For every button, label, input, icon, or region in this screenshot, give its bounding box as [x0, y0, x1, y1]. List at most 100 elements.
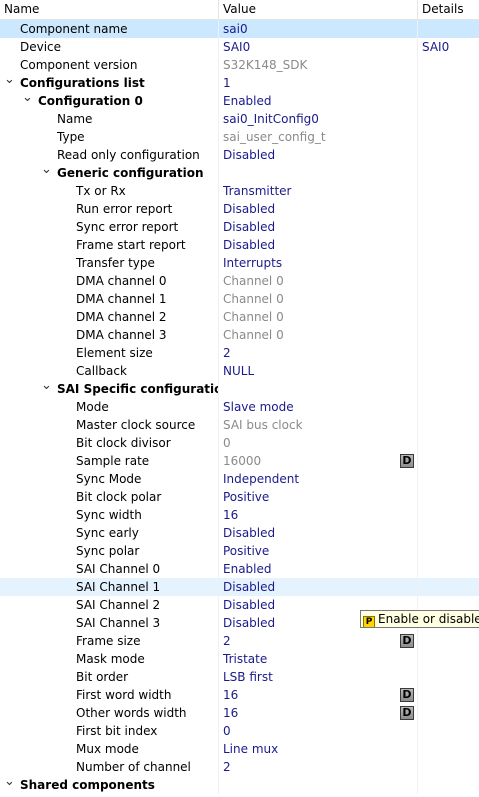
tree-row[interactable]: DMA channel 0 Channel 0	[0, 272, 479, 290]
tree-row[interactable]: Number of channel 2	[0, 758, 479, 776]
value-cell[interactable]	[219, 380, 418, 398]
tree-row[interactable]: Name sai0_InitConfig0	[0, 110, 479, 128]
value-cell[interactable]	[219, 776, 418, 794]
row-label: Frame start report	[76, 238, 186, 252]
row-label: Component version	[20, 58, 138, 72]
row-label: Bit clock divisor	[76, 436, 171, 450]
value-cell[interactable]: Disabled	[219, 200, 418, 218]
tree-row[interactable]: Sync polar Positive	[0, 542, 479, 560]
expand-chevron-icon[interactable]: ⌄	[4, 776, 15, 794]
details-cell	[418, 110, 479, 128]
tree-row[interactable]: SAI Channel 0 Enabled	[0, 560, 479, 578]
tree-row[interactable]: Frame start report Disabled	[0, 236, 479, 254]
value-cell[interactable]: Enabled	[219, 560, 418, 578]
value-cell[interactable]: NULL	[219, 362, 418, 380]
column-header-value[interactable]: Value	[219, 0, 418, 19]
tree-row[interactable]: Device SAI0 SAI0	[0, 38, 479, 56]
value-cell[interactable]: 16	[219, 686, 418, 704]
tree-row[interactable]: Callback NULL	[0, 362, 479, 380]
tree-row[interactable]: Component name sai0	[0, 20, 479, 38]
value-cell[interactable]	[219, 164, 418, 182]
tree-row[interactable]: First word width 16 D	[0, 686, 479, 704]
tree-row[interactable]: DMA channel 1 Channel 0	[0, 290, 479, 308]
value-cell[interactable]: Independent	[219, 470, 418, 488]
tree-row[interactable]: Sample rate 16000 D	[0, 452, 479, 470]
tree-row[interactable]: Mode Slave mode	[0, 398, 479, 416]
column-header-details[interactable]: Details	[418, 0, 479, 19]
tree-row[interactable]: Sync Mode Independent	[0, 470, 479, 488]
tree-row[interactable]: DMA channel 3 Channel 0	[0, 326, 479, 344]
value-cell[interactable]: 16	[219, 506, 418, 524]
value-cell[interactable]: sai0_InitConfig0	[219, 110, 418, 128]
row-label: Callback	[76, 364, 127, 378]
value-cell[interactable]: 16	[219, 704, 418, 722]
value-cell[interactable]: Transmitter	[219, 182, 418, 200]
value-cell[interactable]: Tristate	[219, 650, 418, 668]
name-cell: Callback	[0, 362, 219, 380]
value-cell[interactable]: Positive	[219, 488, 418, 506]
tree-row[interactable]: Mux mode Line mux	[0, 740, 479, 758]
tree-row[interactable]: Component version S32K148_SDK	[0, 56, 479, 74]
tree-row[interactable]: ⌄ Configuration 0 Enabled	[0, 92, 479, 110]
value-cell[interactable]: LSB first	[219, 668, 418, 686]
row-label: Mask mode	[76, 652, 145, 666]
tree-row[interactable]: ⌄ Generic configuration	[0, 164, 479, 182]
tree-row[interactable]: Run error report Disabled	[0, 200, 479, 218]
value-cell[interactable]: 0	[219, 722, 418, 740]
value-cell[interactable]: Disabled	[219, 146, 418, 164]
tree-row[interactable]: Element size 2	[0, 344, 479, 362]
tree-row[interactable]: Type sai_user_config_t	[0, 128, 479, 146]
default-badge-icon: D	[400, 634, 414, 648]
tree-row[interactable]: DMA channel 2 Channel 0	[0, 308, 479, 326]
tree-row[interactable]: ⌄ SAI Specific configuration	[0, 380, 479, 398]
value-cell[interactable]: 2	[219, 632, 418, 650]
row-label: Number of channel	[76, 760, 191, 774]
column-header-name[interactable]: Name	[0, 0, 219, 19]
tree-row[interactable]: Bit clock divisor 0	[0, 434, 479, 452]
tree-row[interactable]: Mask mode Tristate	[0, 650, 479, 668]
value-cell[interactable]: 2	[219, 758, 418, 776]
value-cell[interactable]: Enabled	[219, 92, 418, 110]
value-cell[interactable]: Disabled	[219, 578, 418, 596]
name-cell: ⌄ SAI Specific configuration	[0, 380, 219, 398]
name-cell: SAI Channel 1	[0, 578, 219, 596]
expand-chevron-icon[interactable]: ⌄	[22, 92, 33, 110]
row-label: Configurations list	[20, 76, 145, 90]
tree-row[interactable]: ⌄ Shared components	[0, 776, 479, 794]
tree-row[interactable]: Sync error report Disabled	[0, 218, 479, 236]
tree-row[interactable]: ⌄ Configurations list 1	[0, 74, 479, 92]
value-cell[interactable]: Line mux	[219, 740, 418, 758]
tree-row[interactable]: Sync width 16	[0, 506, 479, 524]
tree-row[interactable]: Other words width 16 D	[0, 704, 479, 722]
value-cell[interactable]: Positive	[219, 542, 418, 560]
name-cell: Sync width	[0, 506, 219, 524]
expand-chevron-icon[interactable]: ⌄	[41, 380, 52, 398]
tree-row[interactable]: Transfer type Interrupts	[0, 254, 479, 272]
tree-row[interactable]: First bit index 0	[0, 722, 479, 740]
details-cell	[418, 488, 479, 506]
tree-row[interactable]: Tx or Rx Transmitter	[0, 182, 479, 200]
details-cell	[418, 326, 479, 344]
details-cell	[418, 650, 479, 668]
value-cell[interactable]: Disabled	[219, 236, 418, 254]
details-cell	[418, 398, 479, 416]
tree-row[interactable]: Frame size 2 D	[0, 632, 479, 650]
value-cell[interactable]: Slave mode	[219, 398, 418, 416]
name-cell: DMA channel 2	[0, 308, 219, 326]
value-cell[interactable]: sai0	[219, 20, 418, 38]
expand-chevron-icon[interactable]: ⌄	[4, 74, 15, 92]
details-cell	[418, 20, 479, 38]
tree-row[interactable]: Read only configuration Disabled	[0, 146, 479, 164]
value-cell[interactable]: Disabled	[219, 524, 418, 542]
value-cell[interactable]: 2	[219, 344, 418, 362]
value-cell[interactable]: Interrupts	[219, 254, 418, 272]
tree-row[interactable]: Bit clock polar Positive	[0, 488, 479, 506]
value-cell[interactable]: SAI0	[219, 38, 418, 56]
tree-row[interactable]: Bit order LSB first	[0, 668, 479, 686]
tree-row[interactable]: Master clock source SAI bus clock	[0, 416, 479, 434]
value-cell[interactable]: Disabled	[219, 218, 418, 236]
tree-row[interactable]: Sync early Disabled	[0, 524, 479, 542]
tree-row[interactable]: SAI Channel 1 Disabled	[0, 578, 479, 596]
expand-chevron-icon[interactable]: ⌄	[41, 164, 52, 182]
value-cell[interactable]: 1	[219, 74, 418, 92]
